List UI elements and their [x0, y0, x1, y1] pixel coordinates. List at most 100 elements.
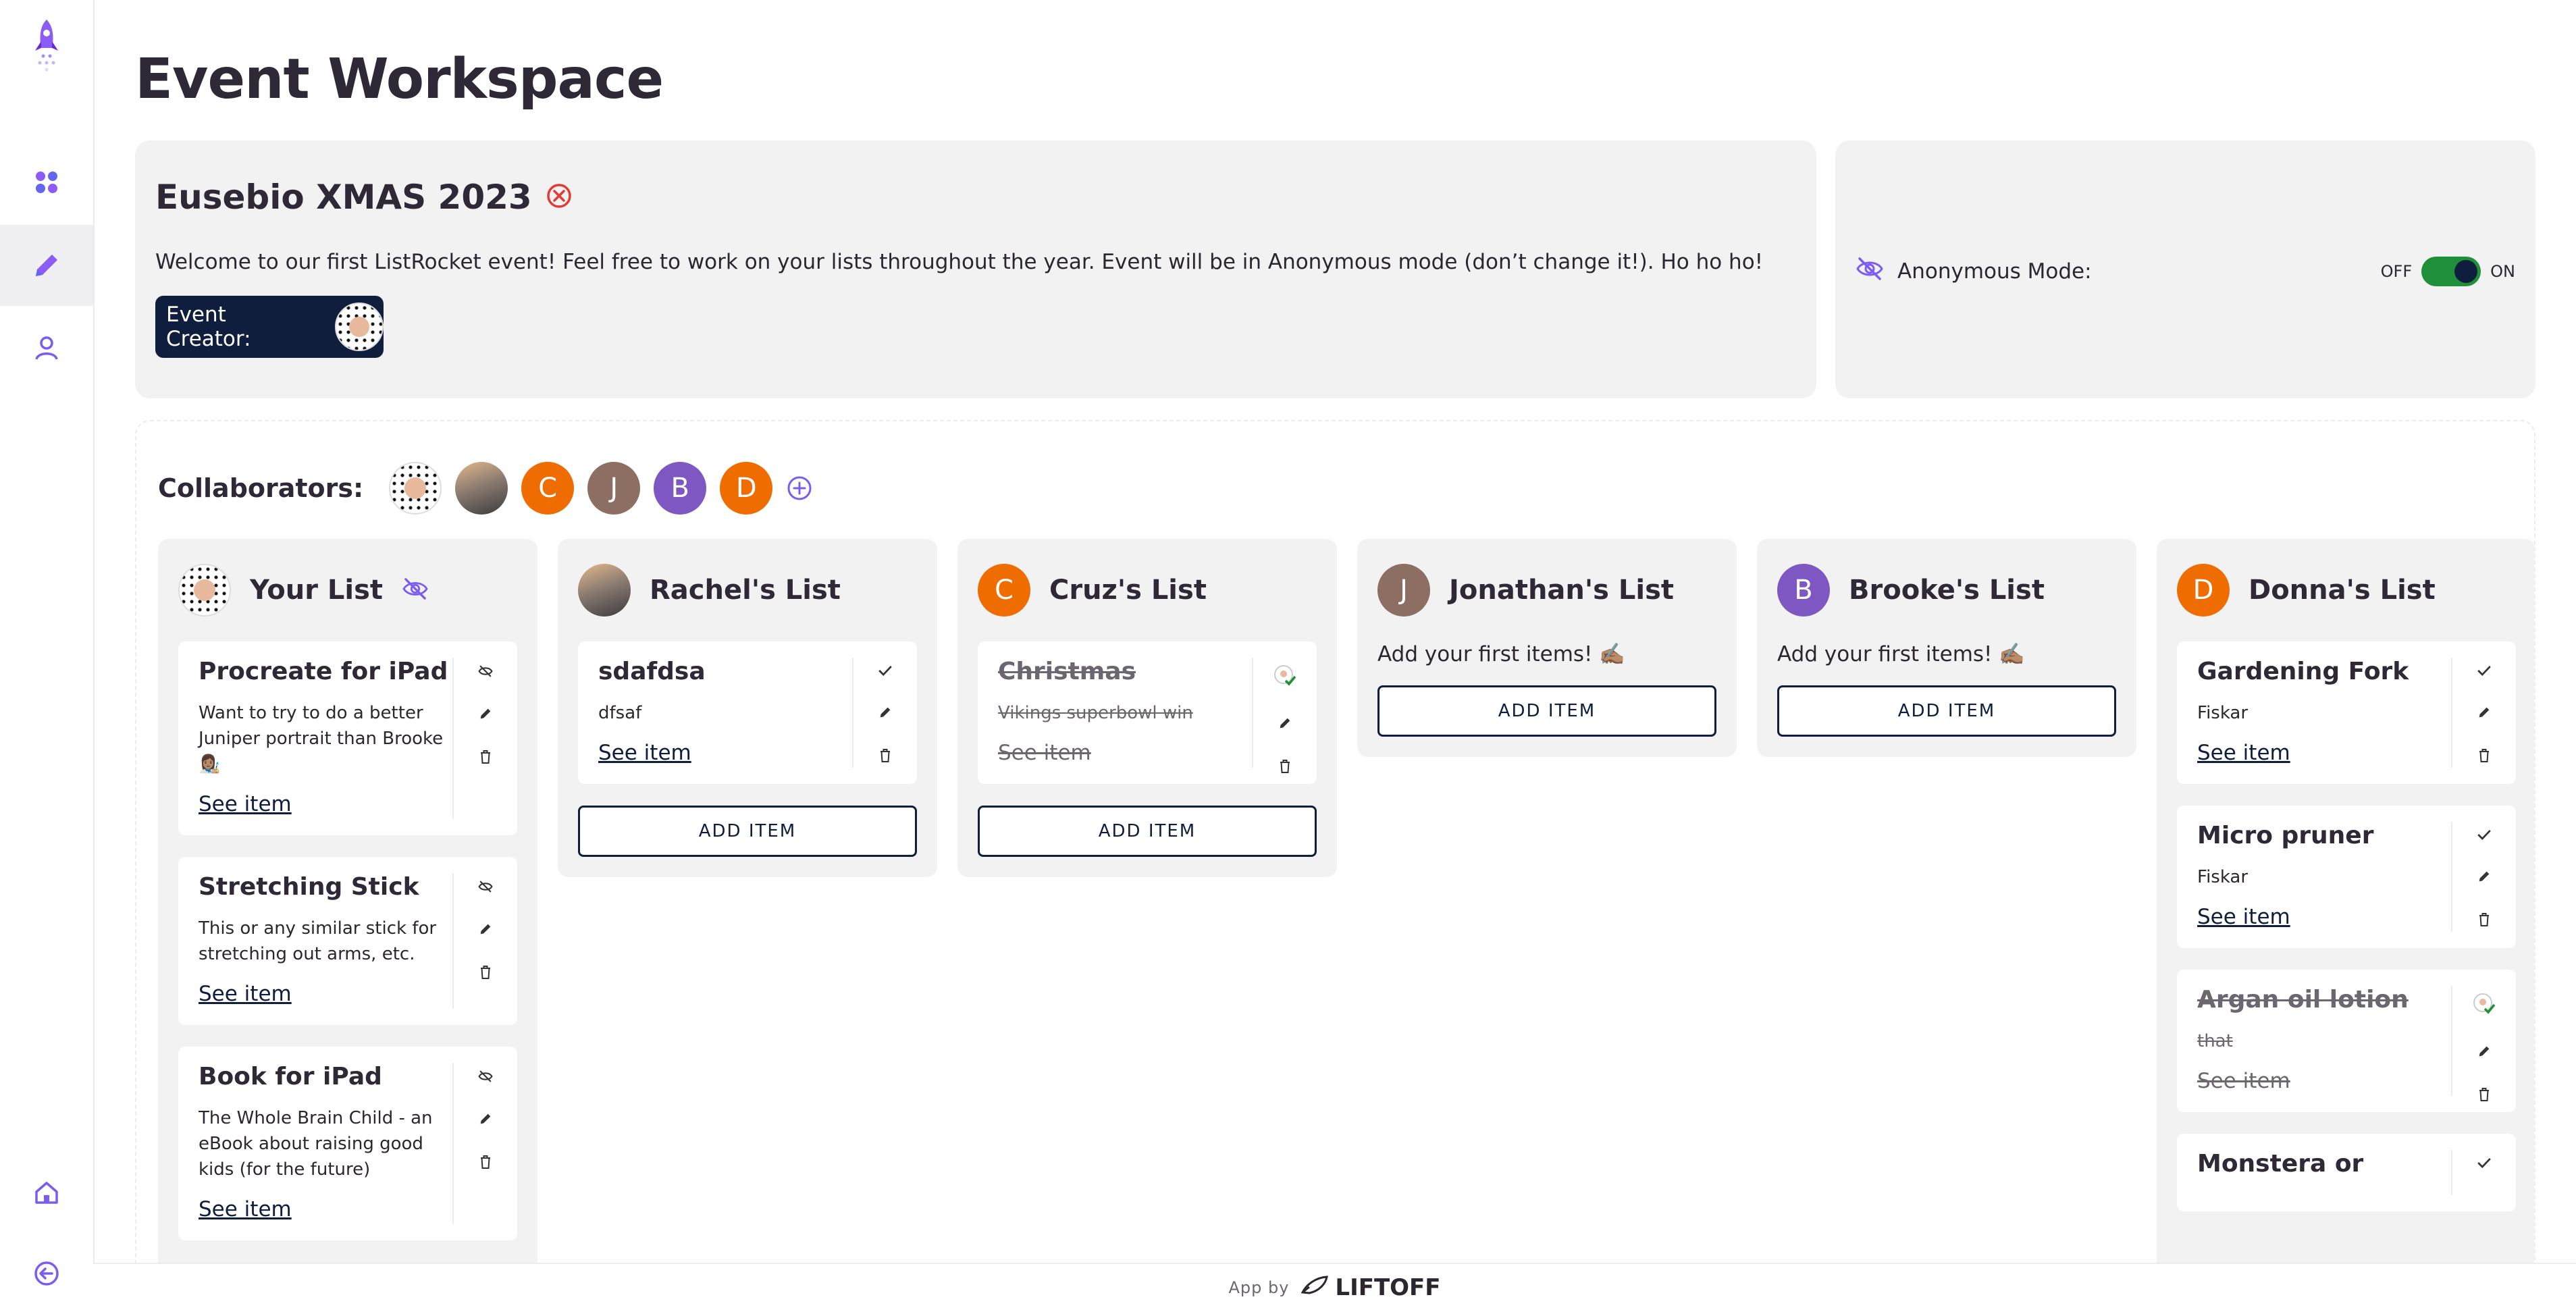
page-title: Event Workspace [135, 47, 664, 111]
edit-item-icon[interactable] [478, 922, 493, 939]
rocket-logo-icon[interactable] [0, 7, 93, 88]
item-description: The Whole Brain Child - an eBook about r… [199, 1108, 433, 1180]
add-item-button[interactable]: ADD ITEM [1377, 685, 1716, 737]
delete-item-icon[interactable] [2477, 748, 2491, 766]
liftoff-logo-icon [1300, 1274, 1330, 1301]
footer-brand[interactable]: LIFTOFF [1300, 1274, 1441, 1301]
anonymous-mode-card: Anonymous Mode: OFF ON [1835, 140, 2535, 398]
add-item-button[interactable]: ADD ITEM [978, 806, 1317, 857]
item-description: This or any similar stick for stretching… [199, 918, 437, 964]
anonymous-mode-toggle[interactable] [2421, 257, 2481, 286]
list-item: Argan oil lotion that See item [2177, 970, 2516, 1112]
edit-item-icon[interactable] [478, 1111, 493, 1129]
hide-icon[interactable] [478, 664, 493, 681]
see-item-link[interactable]: See item [199, 792, 292, 816]
add-collaborator-icon[interactable] [786, 475, 813, 502]
list-column-brooke: B Brooke's List Add your first items! ✍🏽… [1757, 539, 2136, 757]
item-description: Fiskar [2197, 867, 2249, 887]
mark-purchased-icon[interactable] [2477, 829, 2492, 843]
list-item: Book for iPad The Whole Brain Child - an… [178, 1047, 517, 1240]
eye-slash-icon [1856, 257, 1884, 286]
delete-item-icon[interactable] [2477, 912, 2491, 930]
event-creator-label: Event Creator: [166, 303, 251, 351]
list-title: Your List [250, 575, 384, 606]
list-column-jonathan: J Jonathan's List Add your first items! … [1357, 539, 1737, 757]
delete-item-icon[interactable] [2477, 1087, 2491, 1105]
dashboard-icon[interactable] [0, 142, 93, 223]
event-creator-badge: Event Creator: [155, 296, 384, 358]
list-item: Christmas Vikings superbowl win See item [978, 641, 1317, 784]
item-title: Christmas [998, 658, 1136, 685]
delete-item-icon[interactable] [479, 965, 492, 982]
item-description: Vikings superbowl win [998, 703, 1193, 723]
edit-item-icon[interactable] [2477, 705, 2492, 722]
collaborator-avatar[interactable]: B [654, 462, 707, 515]
see-item-link[interactable]: See item [199, 982, 292, 1006]
edit-item-icon[interactable] [478, 706, 493, 724]
event-card: Eusebio XMAS 2023 Welcome to our first L… [135, 140, 1816, 398]
list-owner-avatar: B [1777, 564, 1830, 616]
item-title: Argan oil lotion [2197, 986, 2409, 1014]
hide-icon[interactable] [478, 880, 493, 896]
list-item: Monstera or [2177, 1134, 2516, 1211]
delete-item-icon[interactable] [479, 750, 492, 767]
edit-item-icon[interactable] [1278, 716, 1292, 733]
collaborator-avatar[interactable]: C [521, 462, 575, 515]
list-title: Cruz's List [1049, 575, 1207, 606]
list-owner-avatar: J [1377, 564, 1430, 616]
mark-purchased-icon[interactable] [2477, 664, 2492, 679]
list-column-donna: D Donna's List Gardening Fork Fiskar See… [2157, 539, 2534, 1309]
list-item: Gardening Fork Fiskar See item [2177, 641, 2516, 784]
list-column-your-list: Your List Procreate for iPad Want to try… [158, 539, 537, 1309]
edit-item-icon[interactable] [878, 705, 893, 722]
list-item: Procreate for iPad Want to try to do a b… [178, 641, 517, 835]
see-item-link[interactable]: See item [598, 741, 691, 765]
profile-icon[interactable] [0, 307, 93, 388]
delete-item-icon[interactable] [878, 748, 892, 766]
delete-item-icon[interactable] [1278, 759, 1292, 777]
see-item-link[interactable]: See item [2197, 1069, 2290, 1093]
logout-icon[interactable] [0, 1233, 93, 1314]
mark-purchased-icon[interactable] [2477, 1157, 2492, 1172]
collaborator-avatar[interactable]: D [720, 462, 773, 515]
collaborators-row: Collaborators: C J B D [158, 462, 813, 515]
list-column-rachel: Rachel's List sdafdsa dfsaf See item ADD… [558, 539, 937, 877]
event-description: Welcome to our first ListRocket event! F… [155, 250, 1764, 274]
add-item-button[interactable]: ADD ITEM [1777, 685, 2116, 737]
purchased-by-avatar-icon[interactable] [2473, 993, 2496, 1018]
item-description: that [2197, 1031, 2233, 1051]
delete-item-icon[interactable] [479, 1155, 492, 1172]
item-title: sdafdsa [598, 658, 706, 685]
list-item: sdafdsa dfsaf See item [578, 641, 917, 784]
toggle-off-label: OFF [2380, 262, 2413, 281]
remove-event-icon[interactable] [546, 182, 573, 212]
anonymous-mode-label: Anonymous Mode: [1897, 259, 2092, 284]
footer-app-by: App by [1228, 1278, 1290, 1297]
hide-icon[interactable] [478, 1070, 493, 1086]
item-description: Fiskar [2197, 703, 2249, 723]
collaboration-area: Collaborators: C J B D Your List Procrea… [135, 420, 2535, 1310]
list-owner-avatar [178, 564, 231, 616]
mark-purchased-icon[interactable] [878, 664, 893, 679]
edit-icon[interactable] [0, 225, 93, 306]
collaborator-avatar[interactable] [455, 462, 508, 515]
edit-item-icon[interactable] [2477, 869, 2492, 887]
list-owner-avatar [578, 564, 631, 616]
see-item-link[interactable]: See item [2197, 905, 2290, 929]
add-item-button[interactable]: ADD ITEM [578, 806, 917, 857]
see-item-link[interactable]: See item [998, 741, 1091, 765]
item-title: Gardening Fork [2197, 658, 2409, 685]
lists-row: Your List Procreate for iPad Want to try… [158, 539, 2534, 1309]
collaborator-avatar[interactable]: J [587, 462, 641, 515]
toggle-on-label: ON [2490, 262, 2515, 281]
see-item-link[interactable]: See item [2197, 741, 2290, 765]
see-item-link[interactable]: See item [199, 1197, 292, 1221]
item-title: Micro pruner [2197, 822, 2374, 849]
home-icon[interactable] [0, 1152, 93, 1233]
creator-avatar [335, 303, 384, 351]
edit-item-icon[interactable] [2477, 1044, 2492, 1061]
collaborator-avatar[interactable] [389, 462, 442, 515]
list-item: Stretching Stick This or any similar sti… [178, 857, 517, 1025]
list-title: Jonathan's List [1449, 575, 1675, 606]
purchased-by-avatar-icon[interactable] [1273, 664, 1296, 690]
